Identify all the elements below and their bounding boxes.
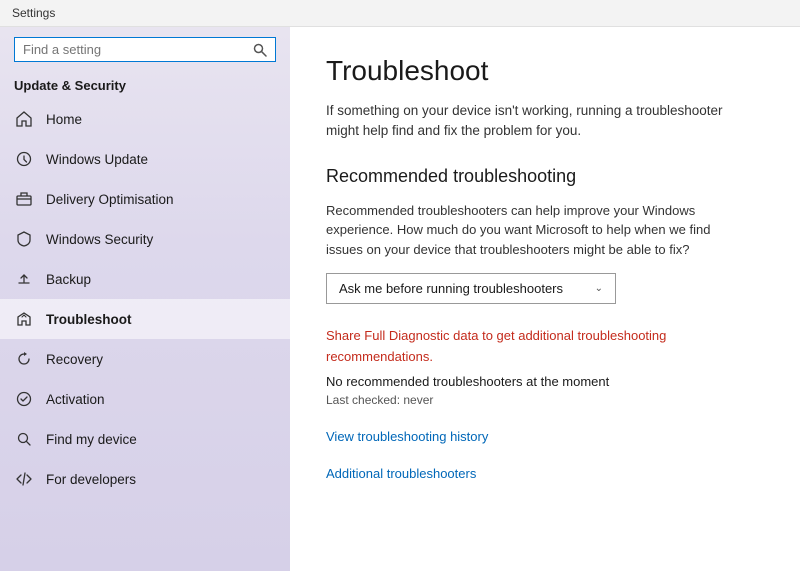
sidebar-item-windows-update[interactable]: Windows Update xyxy=(0,139,290,179)
view-history-link[interactable]: View troubleshooting history xyxy=(326,429,764,444)
recommended-section-heading: Recommended troubleshooting xyxy=(326,166,764,187)
developers-icon xyxy=(14,469,34,489)
recovery-icon xyxy=(14,349,34,369)
delivery-icon xyxy=(14,189,34,209)
search-box-container[interactable] xyxy=(14,37,276,62)
sidebar-item-activation[interactable]: Activation xyxy=(0,379,290,419)
sidebar-item-find-device[interactable]: Find my device xyxy=(0,419,290,459)
sidebar-item-windows-security-label: Windows Security xyxy=(46,232,153,247)
page-title: Troubleshoot xyxy=(326,55,764,87)
dropdown-value: Ask me before running troubleshooters xyxy=(339,281,563,296)
main-content: Troubleshoot If something on your device… xyxy=(290,27,800,571)
sidebar-item-delivery[interactable]: Delivery Optimisation xyxy=(0,179,290,219)
page-description: If something on your device isn't workin… xyxy=(326,101,746,142)
sidebar-item-recovery[interactable]: Recovery xyxy=(0,339,290,379)
backup-icon xyxy=(14,269,34,289)
sidebar-item-for-developers[interactable]: For developers xyxy=(0,459,290,499)
sidebar-item-find-device-label: Find my device xyxy=(46,432,137,447)
sidebar-item-delivery-label: Delivery Optimisation xyxy=(46,192,174,207)
find-device-icon xyxy=(14,429,34,449)
recommended-desc: Recommended troubleshooters can help imp… xyxy=(326,201,746,260)
sidebar-item-home-label: Home xyxy=(46,112,82,127)
share-diagnostic-link[interactable]: Share Full Diagnostic data to get additi… xyxy=(326,326,746,368)
additional-troubleshooters-link[interactable]: Additional troubleshooters xyxy=(326,466,764,481)
sidebar-item-windows-security[interactable]: Windows Security xyxy=(0,219,290,259)
sidebar-item-backup-label: Backup xyxy=(46,272,91,287)
title-bar: Settings xyxy=(0,0,800,27)
section-title: Update & Security xyxy=(0,70,290,99)
activation-icon xyxy=(14,389,34,409)
title-bar-label: Settings xyxy=(12,6,55,20)
troubleshoot-icon xyxy=(14,309,34,329)
content-area: Update & Security Home Windows Update xyxy=(0,27,800,571)
search-input[interactable] xyxy=(23,42,253,57)
chevron-down-icon: ⌄ xyxy=(595,283,603,294)
search-box-wrapper xyxy=(0,27,290,70)
sidebar-item-home[interactable]: Home xyxy=(0,99,290,139)
shield-icon xyxy=(14,229,34,249)
home-icon xyxy=(14,109,34,129)
last-checked-text: Last checked: never xyxy=(326,393,764,407)
troubleshooter-dropdown[interactable]: Ask me before running troubleshooters ⌄ xyxy=(326,273,616,304)
no-troubleshooters-text: No recommended troubleshooters at the mo… xyxy=(326,374,764,389)
search-icon xyxy=(253,43,267,57)
sidebar-item-activation-label: Activation xyxy=(46,392,105,407)
sidebar-item-recovery-label: Recovery xyxy=(46,352,103,367)
sidebar-item-windows-update-label: Windows Update xyxy=(46,152,148,167)
sidebar-item-for-developers-label: For developers xyxy=(46,472,136,487)
sidebar-item-troubleshoot-label: Troubleshoot xyxy=(46,312,132,327)
sidebar-item-troubleshoot[interactable]: Troubleshoot xyxy=(0,299,290,339)
sidebar-item-backup[interactable]: Backup xyxy=(0,259,290,299)
sidebar: Update & Security Home Windows Update xyxy=(0,27,290,571)
windows-update-icon xyxy=(14,149,34,169)
